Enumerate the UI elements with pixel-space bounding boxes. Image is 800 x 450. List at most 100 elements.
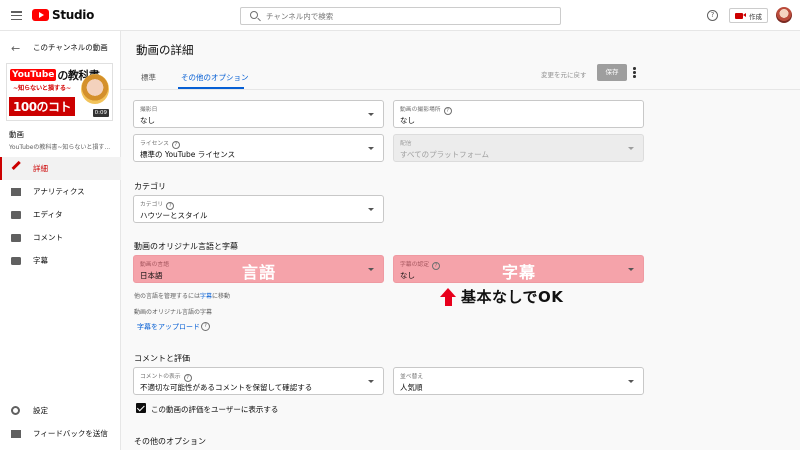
chevron-down-icon: [628, 380, 634, 383]
help-icon[interactable]: ?: [432, 262, 440, 270]
video-duration: 0:09: [92, 109, 109, 117]
sidebar-item-label: エディタ: [33, 210, 63, 219]
upload-captions-link[interactable]: 字幕をアップロード: [137, 322, 200, 332]
recording-location-field[interactable]: 動画の撮影場所? なし: [393, 100, 644, 128]
manage-languages-prefix: 他の言語を管理するには: [134, 293, 201, 300]
field-value: なし: [400, 116, 415, 125]
back-arrow-icon[interactable]: ←: [11, 42, 20, 55]
feedback-icon: [11, 429, 21, 438]
video-thumbnail[interactable]: YouTube の教科書 ~知らないと損する~ 100のコト 0:09: [6, 63, 113, 121]
top-bar: Studio ? 作成: [0, 0, 800, 31]
chevron-down-icon: [628, 268, 634, 271]
sidebar-item-comments[interactable]: コメント: [0, 226, 121, 249]
field-label-text: コメントの表示: [140, 374, 181, 380]
field-value: 日本語: [140, 271, 163, 280]
sidebar-item-label: コメント: [33, 233, 63, 242]
thumbnail-tagline: ~知らないと損する~: [13, 85, 71, 92]
sidebar-item-label: アナリティクス: [33, 187, 85, 196]
chevron-down-icon: [368, 113, 374, 116]
sidebar-item-analytics[interactable]: アナリティクス: [0, 180, 121, 203]
search-input[interactable]: [266, 9, 546, 23]
field-value: なし: [400, 271, 415, 280]
original-language-captions-label: 動画のオリジナル言語の字幕: [134, 309, 213, 316]
chevron-down-icon: [628, 147, 634, 150]
avatar[interactable]: [776, 7, 792, 23]
sidebar-item-subtitles[interactable]: 字幕: [0, 249, 121, 272]
license-field[interactable]: ライセンス? 標準の YouTube ライセンス: [133, 134, 384, 162]
field-value: なし: [140, 116, 155, 125]
help-icon[interactable]: ?: [443, 107, 452, 115]
search-icon: [250, 11, 258, 19]
comment-icon: [11, 233, 21, 242]
field-label: 動画の言語: [140, 262, 169, 268]
chevron-down-icon: [368, 380, 374, 383]
help-icon[interactable]: ?: [707, 10, 718, 21]
sidebar-item-label: 設定: [33, 406, 48, 415]
field-label: 撮影日: [140, 107, 158, 113]
sidebar-item-label: 字幕: [33, 256, 48, 265]
category-field[interactable]: カテゴリ? ハウツーとスタイル: [133, 195, 384, 223]
sidebar-item-feedback[interactable]: フィードバックを送信: [0, 422, 121, 445]
help-icon[interactable]: ?: [171, 141, 180, 149]
more-options-heading: その他のオプション: [134, 437, 206, 446]
language-overlay-label: 言語: [242, 263, 277, 282]
sidebar-item-editor[interactable]: エディタ: [0, 203, 121, 226]
field-label: ライセンス?: [140, 138, 180, 149]
page-title: 動画の詳細: [136, 43, 194, 57]
menu-icon[interactable]: [11, 11, 22, 21]
field-value: 標準の YouTube ライセンス: [140, 150, 236, 159]
subtitles-link[interactable]: 字幕: [200, 293, 212, 300]
sidebar: ← このチャンネルの動画 YouTube の教科書 ~知らないと損する~ 100…: [0, 31, 121, 450]
help-icon[interactable]: ?: [166, 202, 175, 210]
field-label: 動画の撮影場所?: [400, 104, 452, 115]
field-label-text: カテゴリ: [140, 202, 164, 208]
tabs-divider: [121, 89, 800, 90]
thumbnail-character: [81, 74, 109, 104]
annotation-callout: 基本なしでOK: [440, 286, 563, 307]
studio-logo[interactable]: Studio: [32, 8, 94, 22]
annotation-text: 基本なしでOK: [461, 288, 564, 306]
help-icon[interactable]: ?: [183, 374, 192, 382]
youtube-play-icon: [32, 9, 49, 21]
recording-date-field[interactable]: 撮影日 なし: [133, 100, 384, 128]
field-value: 人気順: [400, 383, 423, 392]
field-label-text: 字幕の認定: [400, 262, 429, 268]
field-value: 不適切な可能性があるコメントを保留して確認する: [140, 383, 313, 392]
field-label: コメントの表示?: [140, 371, 192, 382]
manage-languages-text: 他の言語を管理するには字幕に移動: [134, 291, 230, 300]
gear-icon: [11, 406, 20, 415]
undo-changes-button[interactable]: 変更を元に戻す: [541, 69, 587, 79]
sidebar-item-label: 詳細: [33, 164, 48, 173]
captions-overlay-label: 字幕: [502, 263, 537, 282]
tab-standard[interactable]: 標準: [141, 72, 156, 83]
category-heading: カテゴリ: [134, 182, 166, 191]
show-ratings-checkbox[interactable]: [136, 403, 146, 413]
thumbnail-big-text: 100のコト: [9, 97, 76, 116]
sidebar-item-label: フィードバックを送信: [33, 429, 108, 438]
video-language-field[interactable]: 動画の言語 日本語 言語: [133, 255, 384, 283]
field-label: カテゴリ?: [140, 199, 175, 210]
tab-more-options[interactable]: その他のオプション: [181, 72, 249, 83]
pencil-icon: [11, 160, 21, 170]
chevron-down-icon: [368, 147, 374, 150]
analytics-icon: [11, 187, 21, 196]
more-options-icon[interactable]: [633, 67, 636, 79]
sidebar-item-settings[interactable]: 設定: [0, 399, 121, 422]
distribution-field: 配信 すべてのプラットフォーム: [393, 134, 644, 162]
create-button[interactable]: 作成: [729, 8, 768, 23]
field-label-text: 動画の撮影場所: [400, 107, 441, 113]
up-arrow-icon: [440, 287, 456, 306]
sort-by-field[interactable]: 並べ替え 人気順: [393, 367, 644, 395]
video-camera-icon: [735, 12, 746, 19]
field-value: ハウツーとスタイル: [140, 211, 208, 220]
sidebar-item-details[interactable]: 詳細: [0, 157, 121, 180]
help-icon[interactable]: ?: [201, 322, 210, 331]
field-label: 並べ替え: [400, 374, 424, 380]
back-to-channel-videos[interactable]: このチャンネルの動画: [33, 42, 108, 53]
save-button[interactable]: 保存: [597, 64, 627, 81]
search-box[interactable]: [240, 7, 561, 25]
caption-certification-field[interactable]: 字幕の認定? なし 字幕: [393, 255, 644, 283]
field-label: 配信: [400, 141, 412, 147]
logo-text: Studio: [52, 8, 95, 22]
comment-visibility-field[interactable]: コメントの表示? 不適切な可能性があるコメントを保留して確認する: [133, 367, 384, 395]
